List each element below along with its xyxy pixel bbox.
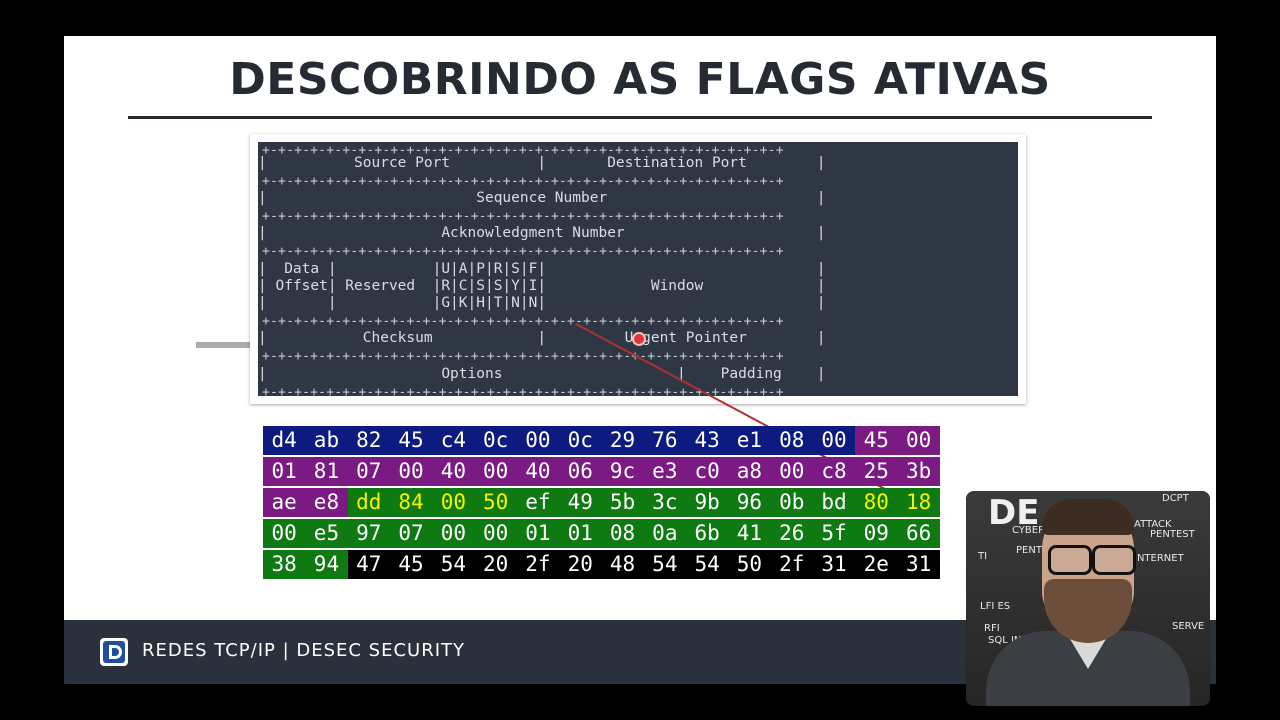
- hex-byte: 00: [474, 457, 517, 486]
- hex-byte: 49: [559, 488, 602, 517]
- hex-byte: 45: [855, 426, 898, 455]
- hex-byte: 5b: [601, 488, 644, 517]
- hex-byte: c0: [685, 457, 729, 486]
- hex-byte: 66: [897, 519, 940, 548]
- hex-byte: e3: [643, 457, 686, 486]
- pointer-cursor-icon: [632, 332, 646, 346]
- hex-byte: e1: [728, 426, 771, 455]
- hex-byte: 0c: [559, 426, 602, 455]
- hex-byte: 80: [855, 488, 898, 517]
- hex-byte: 0c: [474, 426, 517, 455]
- hex-byte: 06: [559, 457, 602, 486]
- hex-byte: 29: [601, 426, 644, 455]
- hex-byte: 08: [770, 426, 813, 455]
- hex-byte: e8: [305, 488, 348, 517]
- hex-byte: 18: [897, 488, 940, 517]
- hex-byte: 41: [728, 519, 771, 548]
- hex-byte: e5: [305, 519, 348, 548]
- hex-byte: 07: [347, 457, 390, 486]
- hex-row: 01 81 07 00 40 00 40 06 9c e3 c0 a8 00 c8 25 3b: [263, 457, 940, 488]
- hex-byte: 97: [347, 519, 390, 548]
- hex-byte: 47: [347, 550, 390, 579]
- person-hair: [1042, 499, 1134, 535]
- hex-byte: 76: [643, 426, 686, 455]
- hex-byte: ab: [305, 426, 348, 455]
- hex-byte: 00: [432, 519, 475, 548]
- hex-byte: 40: [516, 457, 560, 486]
- hex-byte: 31: [812, 550, 856, 579]
- hex-byte: 54: [685, 550, 729, 579]
- footer-label: REDES TCP/IP | DESEC SECURITY: [142, 640, 466, 661]
- hex-byte: 82: [347, 426, 390, 455]
- hex-byte: 9c: [601, 457, 644, 486]
- hex-byte: d4: [263, 426, 306, 455]
- hex-byte: 2f: [770, 550, 813, 579]
- hex-byte: c4: [432, 426, 475, 455]
- hex-byte: 00: [812, 426, 856, 455]
- hex-dump: d4 ab 82 45 c4 0c 00 0c 29 76 43 e1 08 00 45 00 01 81 07 00…: [263, 426, 940, 581]
- hex-byte: 3c: [643, 488, 686, 517]
- hex-byte: 94: [305, 550, 348, 579]
- hex-byte: 25: [855, 457, 898, 486]
- hex-byte: 20: [559, 550, 602, 579]
- hex-row: 00 e5 97 07 00 00 01 01 08 0a 6b 41 26 5f 09 66: [263, 519, 940, 550]
- hex-byte: dd: [347, 488, 390, 517]
- hex-byte: 0b: [770, 488, 813, 517]
- hex-byte: 50: [474, 488, 517, 517]
- hex-row: ae e8 dd 84 00 50 ef 49 5b 3c 9b 96 0b bd 80 18: [263, 488, 940, 519]
- hex-byte: 00: [770, 457, 813, 486]
- hex-byte: 07: [389, 519, 433, 548]
- glasses-icon: [1046, 545, 1136, 575]
- hex-byte: 81: [305, 457, 348, 486]
- hex-byte: 08: [601, 519, 644, 548]
- hex-byte: 00: [897, 426, 940, 455]
- hex-byte: 01: [559, 519, 602, 548]
- hex-byte: 0a: [643, 519, 686, 548]
- hex-row: 38 94 47 45 54 20 2f 20 48 54 54 50 2f 31 2e 31: [263, 550, 940, 581]
- hex-byte: 00: [474, 519, 517, 548]
- hex-byte: 6b: [685, 519, 729, 548]
- hex-byte: bd: [812, 488, 856, 517]
- hex-byte: 5f: [812, 519, 856, 548]
- hex-byte: 00: [432, 488, 475, 517]
- hex-row: d4 ab 82 45 c4 0c 00 0c 29 76 43 e1 08 00 45 00: [263, 426, 940, 457]
- hex-byte: 00: [263, 519, 306, 548]
- hex-byte: 54: [432, 550, 475, 579]
- hex-byte: 43: [685, 426, 729, 455]
- hex-byte: 48: [601, 550, 644, 579]
- hex-byte: 40: [432, 457, 475, 486]
- hex-byte: 00: [516, 426, 560, 455]
- desec-logo-icon: [100, 638, 128, 666]
- hex-byte: 20: [474, 550, 517, 579]
- hex-byte: a8: [728, 457, 771, 486]
- hex-byte: 38: [263, 550, 306, 579]
- hex-byte: ef: [516, 488, 560, 517]
- hex-byte: 96: [728, 488, 771, 517]
- hex-byte: 54: [643, 550, 686, 579]
- hex-byte: ae: [263, 488, 306, 517]
- hex-byte: 31: [897, 550, 940, 579]
- hex-byte: 01: [263, 457, 306, 486]
- hex-byte: 45: [389, 426, 433, 455]
- hex-byte: 01: [516, 519, 560, 548]
- hex-byte: 9b: [685, 488, 729, 517]
- hex-byte: 26: [770, 519, 813, 548]
- hex-byte: 3b: [897, 457, 940, 486]
- hex-byte: 00: [389, 457, 433, 486]
- hex-byte: 84: [389, 488, 433, 517]
- hex-byte: c8: [812, 457, 856, 486]
- hex-byte: 50: [728, 550, 771, 579]
- hex-byte: 2f: [516, 550, 560, 579]
- hex-byte: 2e: [855, 550, 898, 579]
- hex-byte: 45: [389, 550, 433, 579]
- webcam-overlay: DE DCPT CYBER PENTEST ATTACK PENTEST INT…: [966, 491, 1210, 706]
- hex-byte: 09: [855, 519, 898, 548]
